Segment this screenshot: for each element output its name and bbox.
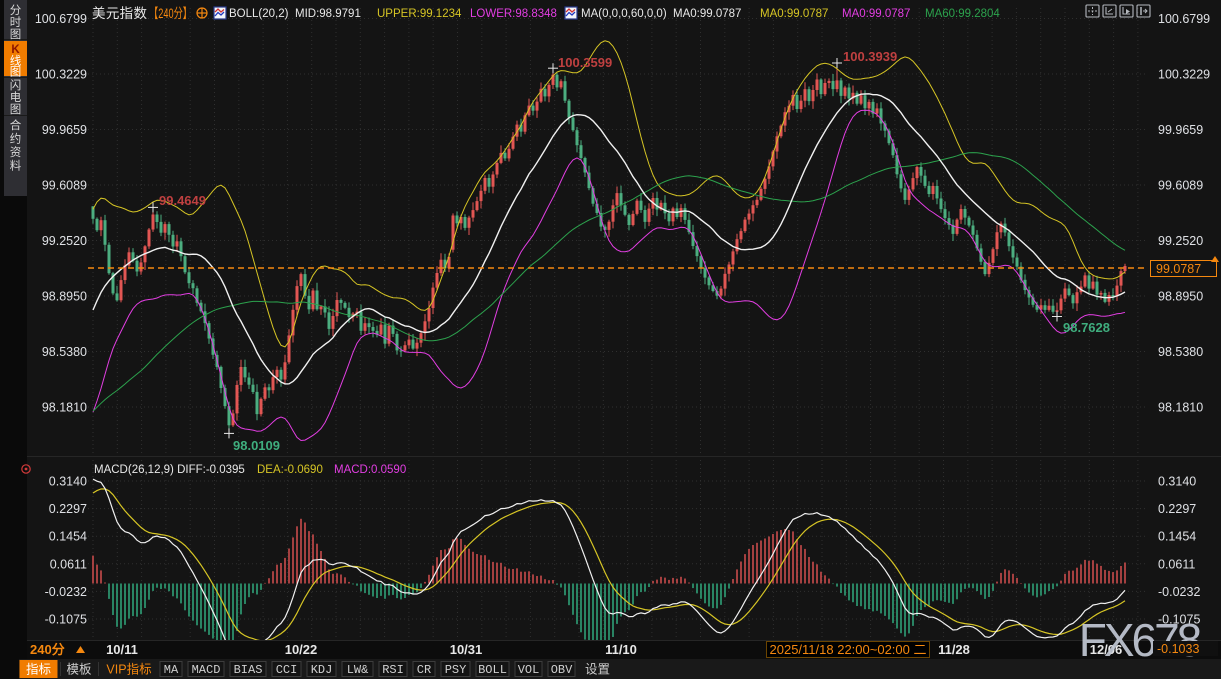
- svg-text:MACD:0.0590: MACD:0.0590: [334, 464, 406, 476]
- svg-text:100.3229: 100.3229: [1158, 68, 1210, 82]
- svg-text:BOLL: BOLL: [478, 663, 507, 677]
- svg-text:99.6089: 99.6089: [1158, 179, 1203, 193]
- svg-text:OBV: OBV: [551, 663, 573, 677]
- svg-text:99.4649: 99.4649: [159, 193, 206, 208]
- svg-text:电: 电: [10, 91, 22, 104]
- svg-text:FX678: FX678: [1079, 614, 1201, 666]
- svg-text:美元指数: 美元指数: [92, 6, 148, 21]
- svg-text:资: 资: [10, 146, 22, 159]
- svg-text:线: 线: [10, 54, 22, 68]
- svg-text:99.2520: 99.2520: [1158, 234, 1203, 248]
- svg-text:98.5380: 98.5380: [1158, 345, 1203, 359]
- svg-text:RSI: RSI: [382, 663, 404, 677]
- svg-text:240分: 240分: [30, 642, 65, 657]
- svg-text:UPPER:99.1234: UPPER:99.1234: [377, 8, 462, 20]
- svg-text:MACD: MACD: [192, 663, 221, 677]
- svg-text:MA: MA: [164, 663, 179, 677]
- svg-text:100.3599: 100.3599: [558, 55, 612, 70]
- svg-text:DEA:-0.0690: DEA:-0.0690: [257, 464, 323, 476]
- svg-text:11/10: 11/10: [605, 642, 637, 657]
- svg-text:合: 合: [10, 118, 22, 132]
- svg-text:KDJ: KDJ: [311, 663, 333, 677]
- svg-text:0.0611: 0.0611: [1158, 557, 1195, 571]
- svg-text:-0.1033: -0.1033: [1157, 642, 1199, 656]
- svg-text:99.9659: 99.9659: [1158, 123, 1203, 137]
- svg-text:100.3939: 100.3939: [843, 49, 897, 64]
- svg-text:100.3229: 100.3229: [35, 68, 87, 82]
- svg-text:MA0:99.0787: MA0:99.0787: [673, 8, 741, 20]
- svg-text:设置: 设置: [585, 662, 610, 677]
- svg-text:BIAS: BIAS: [234, 663, 263, 677]
- svg-text:98.0109: 98.0109: [233, 438, 280, 453]
- svg-text:指标: 指标: [26, 662, 51, 677]
- svg-text:PSY: PSY: [445, 663, 467, 677]
- svg-text:分: 分: [10, 4, 22, 17]
- svg-text:10/22: 10/22: [285, 642, 318, 657]
- svg-text:图: 图: [10, 103, 22, 116]
- svg-text:2025/11/18 22:00~02:00 二: 2025/11/18 22:00~02:00 二: [770, 642, 927, 657]
- svg-text:图: 图: [10, 28, 22, 41]
- svg-text:LW&: LW&: [347, 663, 369, 677]
- svg-text:98.8950: 98.8950: [42, 290, 87, 304]
- svg-text:-0.0232: -0.0232: [1158, 585, 1200, 599]
- svg-text:时: 时: [10, 16, 22, 29]
- svg-text:98.7628: 98.7628: [1063, 320, 1110, 335]
- svg-text:-0.1075: -0.1075: [45, 613, 87, 627]
- svg-text:98.1810: 98.1810: [42, 401, 87, 415]
- svg-text:0.0611: 0.0611: [50, 557, 87, 571]
- svg-text:-0.0232: -0.0232: [45, 585, 87, 599]
- svg-text:MID:98.9791: MID:98.9791: [295, 8, 361, 20]
- svg-text:闪: 闪: [10, 78, 22, 92]
- svg-text:0.2297: 0.2297: [1158, 502, 1196, 516]
- svg-text:约: 约: [10, 132, 22, 146]
- svg-text:100.6799: 100.6799: [1158, 12, 1210, 26]
- svg-text:CCI: CCI: [276, 663, 298, 677]
- svg-text:VOL: VOL: [518, 663, 540, 677]
- svg-text:MACD(26,12,9) DIFF:-0.0395: MACD(26,12,9) DIFF:-0.0395: [94, 464, 245, 476]
- svg-text:98.8950: 98.8950: [1158, 290, 1203, 304]
- svg-text:10/31: 10/31: [450, 642, 483, 657]
- svg-text:LOWER:98.8348: LOWER:98.8348: [470, 8, 557, 20]
- svg-text:料: 料: [10, 159, 22, 173]
- svg-text:98.1810: 98.1810: [1158, 401, 1203, 415]
- svg-text:98.5380: 98.5380: [42, 345, 87, 359]
- svg-text:11/28: 11/28: [938, 642, 970, 657]
- svg-text:0.2297: 0.2297: [49, 502, 87, 516]
- svg-text:BOLL(20,2): BOLL(20,2): [229, 8, 289, 20]
- svg-text:MA(0,0,0,60,0,0): MA(0,0,0,60,0,0): [581, 8, 667, 20]
- svg-text:VIP指标: VIP指标: [106, 662, 151, 677]
- svg-text:MA60:99.2804: MA60:99.2804: [925, 8, 1000, 20]
- svg-text:99.0787: 99.0787: [1156, 262, 1201, 276]
- svg-text:99.6089: 99.6089: [42, 179, 87, 193]
- svg-text:MA0:99.0787: MA0:99.0787: [842, 8, 910, 20]
- svg-text:MA0:99.0787: MA0:99.0787: [760, 8, 828, 20]
- svg-text:0.3140: 0.3140: [1158, 475, 1196, 489]
- svg-text:99.9659: 99.9659: [42, 123, 87, 137]
- svg-text:0.1454: 0.1454: [49, 530, 87, 544]
- svg-text:0.1454: 0.1454: [1158, 530, 1196, 544]
- svg-text:CR: CR: [417, 663, 431, 677]
- svg-text:模板: 模板: [66, 663, 92, 677]
- svg-text:99.2520: 99.2520: [42, 234, 87, 248]
- svg-text:K: K: [11, 44, 20, 56]
- svg-text:图: 图: [10, 66, 22, 79]
- svg-text:100.6799: 100.6799: [35, 12, 87, 26]
- svg-text:0.3140: 0.3140: [49, 475, 87, 489]
- svg-text:【240分】: 【240分】: [149, 6, 192, 21]
- svg-text:10/11: 10/11: [106, 642, 138, 657]
